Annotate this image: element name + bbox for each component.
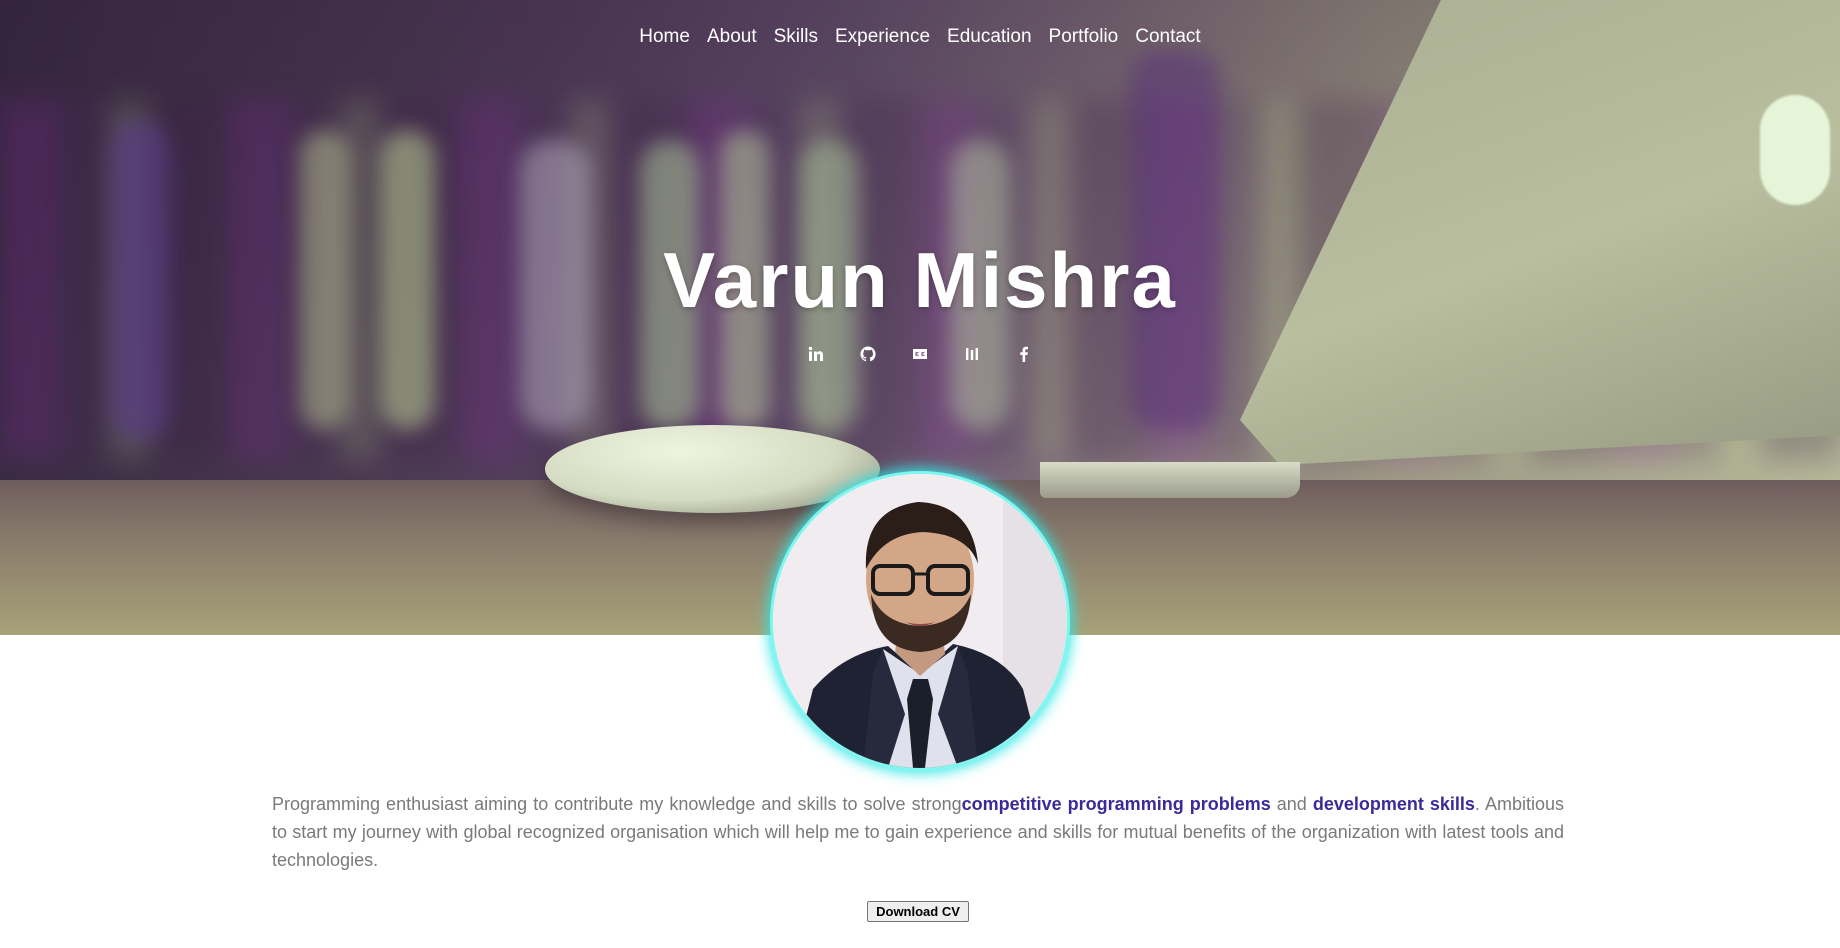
hackerrank-icon [966, 348, 978, 360]
nav-education[interactable]: Education [947, 26, 1032, 48]
hero-name: Varun Mishra [663, 236, 1177, 324]
github-icon [860, 346, 876, 362]
linkedin-icon [808, 346, 823, 361]
hero-apple-logo [1760, 95, 1830, 205]
hero-mouse [545, 425, 880, 513]
hackerrank-link[interactable] [962, 343, 982, 365]
hero-laptop-base [1040, 462, 1300, 498]
linkedin-link[interactable] [806, 343, 826, 365]
social-links [0, 343, 1840, 365]
facebook-icon [1020, 346, 1028, 362]
about-highlight-competitive-programming: competitive programming problems [961, 794, 1271, 814]
about-text-1: Programming enthusiast aiming to contrib… [272, 794, 962, 814]
profile-avatar [773, 474, 1067, 768]
nav-experience[interactable]: Experience [835, 26, 930, 48]
main-nav: Home About Skills Experience Education P… [0, 26, 1840, 48]
nav-contact[interactable]: Contact [1135, 26, 1200, 48]
nav-home[interactable]: Home [639, 26, 690, 48]
download-cv-button[interactable]: Download CV [867, 901, 969, 922]
nav-skills[interactable]: Skills [774, 26, 818, 48]
about-highlight-development-skills: development skills [1312, 794, 1475, 814]
about-text-2: and [1270, 794, 1313, 814]
nav-portfolio[interactable]: Portfolio [1049, 26, 1119, 48]
codechef-icon [913, 349, 927, 359]
github-link[interactable] [858, 343, 878, 365]
codechef-link[interactable] [910, 343, 930, 365]
profile-photo [773, 474, 1067, 768]
nav-about[interactable]: About [707, 26, 757, 48]
facebook-link[interactable] [1014, 343, 1034, 365]
about-paragraph: Programming enthusiast aiming to contrib… [272, 790, 1564, 874]
